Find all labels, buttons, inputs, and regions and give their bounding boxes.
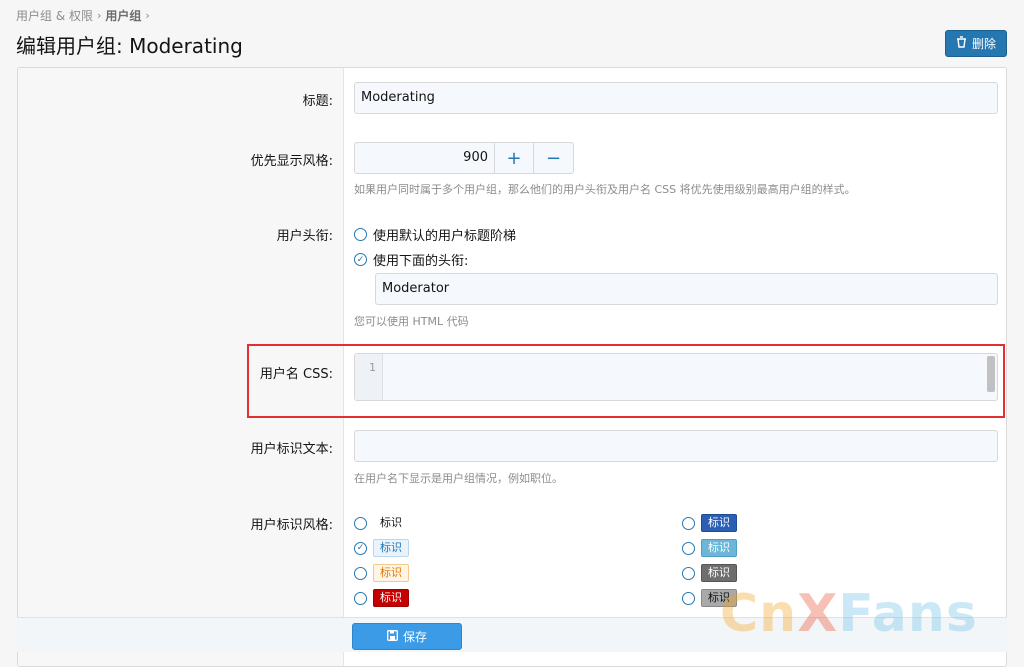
banner-badge: 标识 [373,539,409,557]
radio-unchecked-icon [682,541,695,555]
radio-unchecked-icon [354,566,367,580]
user-title-label: 用户头衔: [276,229,333,244]
chevron-right-icon: › [145,9,150,22]
username-css-editor[interactable]: 1 [354,353,998,401]
banner-text-input[interactable] [354,430,998,462]
radio-unchecked-icon [354,228,367,241]
radio-checked-icon: ✓ [354,541,367,555]
priority-stepper: 900 + − [354,142,574,174]
banner-badge: 标识 [373,589,409,607]
radio-unchecked-icon [354,516,367,530]
page-title: 编辑用户组: Moderating [16,34,243,58]
banner-style-option[interactable]: 标识 [354,589,409,607]
user-title-default-option[interactable]: 使用默认的用户标题阶梯 [354,225,516,244]
breadcrumb: 用户组 & 权限 › 用户组 › [16,7,150,24]
banner-text-label: 用户标识文本: [250,442,333,457]
banner-style-option[interactable]: ✓ 标识 [354,539,409,557]
banner-style-option[interactable]: 标识 [682,564,737,582]
username-css-label: 用户名 CSS: [259,367,333,382]
delete-button[interactable]: 删除 [944,30,1007,57]
editor-scrollbar[interactable] [987,356,995,392]
banner-badge: 标识 [701,564,737,582]
radio-unchecked-icon [354,591,367,605]
banner-badge: 标识 [701,514,737,532]
delete-button-label: 删除 [971,37,996,51]
priority-input[interactable]: 900 [354,142,494,174]
radio-unchecked-icon [682,566,695,580]
radio-unchecked-icon [682,591,695,605]
edit-form-panel: 标题: Moderating 优先显示风格: 900 + − 如果用户同时属于多… [17,67,1007,667]
save-button-label: 保存 [402,630,427,644]
chevron-right-icon: › [97,9,102,22]
line-number: 1 [355,354,383,400]
breadcrumb-current-link[interactable]: 用户组 [105,7,141,24]
title-label: 标题: [302,94,333,109]
user-title-default-label: 使用默认的用户标题阶梯 [373,229,517,244]
banner-style-label: 用户标识风格: [250,518,333,533]
save-button[interactable]: 保存 [352,623,462,650]
banner-style-option[interactable]: 标识 [682,514,737,532]
radio-unchecked-icon [682,516,695,530]
user-title-hint: 您可以使用 HTML 代码 [354,315,469,328]
banner-badge: 标识 [701,539,737,557]
trash-icon [956,36,967,51]
user-title-custom-label: 使用下面的头衔: [373,254,469,269]
save-icon [387,629,398,644]
banner-style-option[interactable]: 标识 [682,539,737,557]
banner-text-hint: 在用户名下显示是用户组情况，例如职位。 [354,472,563,485]
priority-hint: 如果用户同时属于多个用户组，那么他们的用户头衔及用户名 CSS 将优先使用级别最… [354,183,856,196]
decrement-button[interactable]: − [534,142,574,174]
increment-button[interactable]: + [494,142,534,174]
watermark-logo: CnXFans [720,584,978,644]
banner-style-option[interactable]: 标识 [354,514,409,532]
priority-label: 优先显示风格: [250,154,333,169]
banner-style-option[interactable]: 标识 [354,564,409,582]
radio-checked-icon: ✓ [354,253,367,266]
title-input[interactable]: Moderating [354,82,998,114]
breadcrumb-parent-link[interactable]: 用户组 & 权限 [16,7,93,24]
banner-badge: 标识 [373,564,409,582]
banner-badge: 标识 [380,516,402,529]
user-title-custom-option[interactable]: ✓ 使用下面的头衔: [354,250,468,269]
user-title-input[interactable]: Moderator [375,273,998,305]
